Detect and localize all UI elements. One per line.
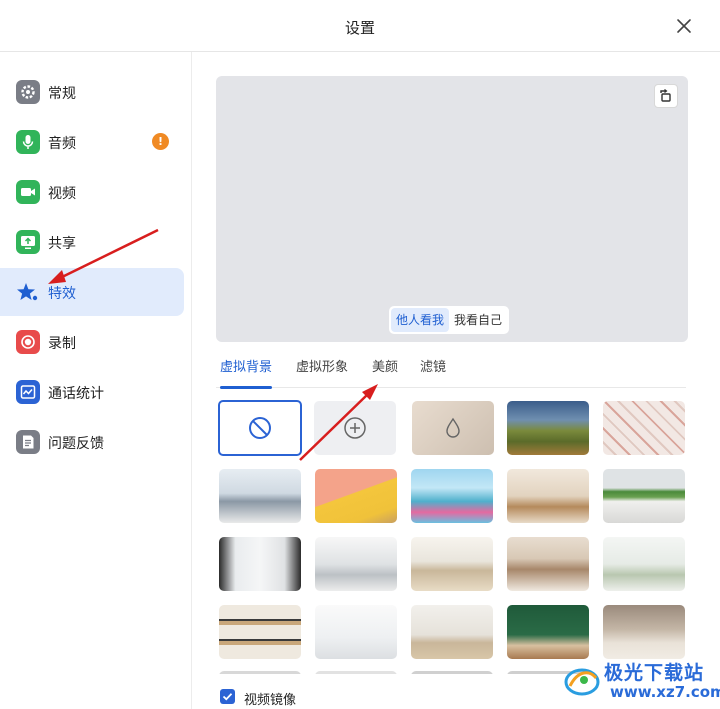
background-office-plants[interactable] [603,469,685,523]
sidebar: 常规 音频 ! 视频 共享 特效 录制 通话统计 问题反馈 [0,52,192,709]
background-stairs-room[interactable] [603,605,685,659]
no-background-icon [249,417,271,439]
sidebar-item-label: 常规 [48,86,76,102]
checkmark-icon [222,693,233,701]
microphone-icon [16,130,40,154]
effects-tabs: 虚拟背景 虚拟形象 美颜 滤镜 [216,352,686,389]
sidebar-item-feedback[interactable]: 问题反馈 [0,418,184,466]
camera-icon [16,180,40,204]
sidebar-item-effects[interactable]: 特效 [0,268,184,316]
background-white-room[interactable] [315,605,397,659]
background-empty-room[interactable] [411,605,493,659]
watermark: 极光下载站 www.xz7.com [560,656,720,708]
background-tile[interactable] [219,671,301,674]
background-none[interactable] [218,400,302,456]
sidebar-item-label: 问题反馈 [48,436,104,452]
sidebar-item-label: 特效 [48,286,76,302]
mirror-checkbox[interactable] [220,689,235,704]
background-conference-room[interactable] [411,537,493,591]
close-icon [677,19,691,33]
background-living-room[interactable] [603,537,685,591]
sidebar-item-general[interactable]: 常规 [0,68,184,116]
view-toggle: 他人看我 我看自己 [389,306,510,334]
sidebar-item-label: 通话统计 [48,386,104,402]
tab-avatar[interactable]: 虚拟形象 [296,356,348,388]
sidebar-item-stats[interactable]: 通话统计 [0,368,184,416]
tab-filter[interactable]: 滤镜 [420,356,446,388]
sidebar-item-audio[interactable]: 音频 ! [0,118,184,166]
background-bright-office[interactable] [315,537,397,591]
background-blur[interactable] [412,401,494,455]
sidebar-item-label: 录制 [48,336,76,352]
warning-badge: ! [152,133,169,150]
background-tile[interactable] [315,671,397,674]
sidebar-item-label: 音频 [48,136,76,152]
background-modern-hall[interactable] [219,537,301,591]
close-button[interactable] [674,16,694,36]
background-bookshelf[interactable] [219,605,301,659]
gear-icon [16,80,40,104]
watermark-url: www.xz7.com [610,683,720,701]
tab-virtual-background[interactable]: 虚拟背景 [220,356,273,389]
blur-drop-icon [446,417,460,438]
background-pattern-wall[interactable] [603,401,685,455]
screen-share-icon [16,230,40,254]
background-art-illustration[interactable] [411,469,493,523]
view-self[interactable]: 我看自己 [449,308,507,332]
video-preview: 他人看我 我看自己 [216,76,688,342]
sidebar-item-label: 共享 [48,236,76,252]
background-add[interactable] [314,401,396,455]
stats-chart-icon [16,380,40,404]
watermark-text: 极光下载站 [604,662,705,684]
record-icon [16,330,40,354]
sidebar-item-share[interactable]: 共享 [0,218,184,266]
star-effects-icon [16,280,40,304]
rotate-icon [660,89,671,102]
background-grid [216,398,688,674]
window-title: 设置 [344,19,375,37]
plus-circle-icon [344,417,366,439]
background-color-wall[interactable] [315,469,397,523]
watermark-logo-icon [564,668,600,696]
background-cafe[interactable] [507,469,589,523]
background-landscape[interactable] [507,401,589,455]
rotate-preview-button[interactable] [654,84,678,108]
sidebar-item-video[interactable]: 视频 [0,168,184,216]
mirror-label: 视频镜像 [244,693,297,708]
background-tile[interactable] [411,671,493,674]
sidebar-item-label: 视频 [48,186,76,202]
feedback-icon [16,430,40,454]
tab-beauty[interactable]: 美颜 [372,356,398,388]
title-bar: 设置 [0,0,720,52]
background-meeting-hall[interactable] [507,537,589,591]
background-green-wall[interactable] [507,605,589,659]
sidebar-item-record[interactable]: 录制 [0,318,184,366]
view-others-see-me[interactable]: 他人看我 [391,308,450,332]
background-office-window[interactable] [219,469,301,523]
